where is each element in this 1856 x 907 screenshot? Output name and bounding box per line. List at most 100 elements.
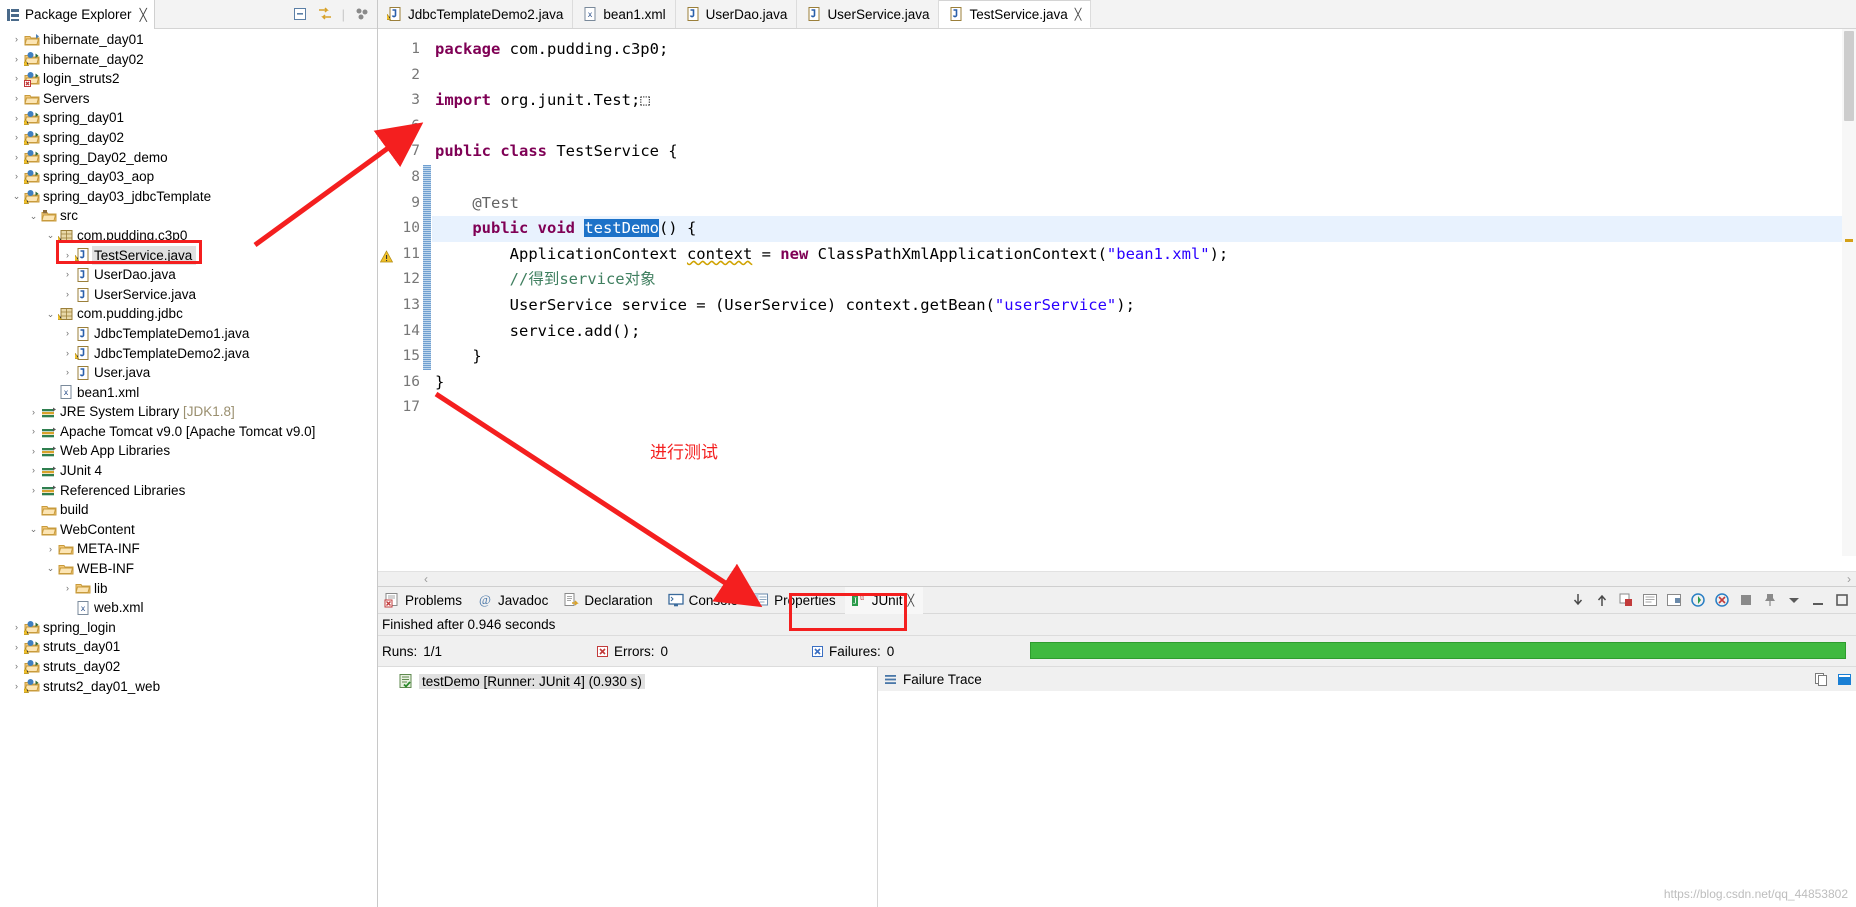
junit-test-row[interactable]: testDemo [Runner: JUnit 4] (0.930 s): [378, 671, 877, 691]
code-line[interactable]: [432, 114, 1856, 140]
tree-item-struts-day02[interactable]: › struts_day02: [0, 657, 377, 677]
tree-item-apache-tomcat-v9-0-apache-tomcat-v9-0[interactable]: › Apache Tomcat v9.0 [Apache Tomcat v9.0]: [0, 422, 377, 442]
editor-tab-userdao-java[interactable]: UserDao.java: [675, 0, 798, 28]
view-menu-icon[interactable]: [1786, 592, 1802, 608]
tree-item-junit-4[interactable]: › JUnit 4: [0, 461, 377, 481]
editor-tab-testservice-java[interactable]: TestService.java ╳: [939, 0, 1092, 28]
tree-item-meta-inf[interactable]: › META-INF: [0, 539, 377, 559]
prev-failure-icon[interactable]: [1594, 592, 1610, 608]
link-with-editor-icon[interactable]: [317, 6, 333, 22]
tree-item-spring-day02[interactable]: › spring_day02: [0, 128, 377, 148]
show-failures-only-icon[interactable]: [1618, 592, 1634, 608]
chevron-down-icon[interactable]: ⌄: [27, 520, 40, 539]
code-line[interactable]: public class TestService {: [432, 139, 1856, 165]
chevron-right-icon[interactable]: ›: [61, 265, 74, 284]
tab-package-explorer[interactable]: Package Explorer ╳: [0, 0, 155, 29]
editor-horizontal-scrollbar[interactable]: ‹ ›: [378, 571, 1856, 586]
close-icon[interactable]: ╳: [907, 594, 914, 607]
rerun-failed-icon[interactable]: [1714, 592, 1730, 608]
tree-item-struts2-day01-web[interactable]: › struts2_day01_web: [0, 677, 377, 697]
chevron-right-icon[interactable]: ›: [10, 148, 23, 167]
bottom-tab-javadoc[interactable]: @ Javadoc: [471, 587, 557, 614]
pin-icon[interactable]: [1762, 592, 1778, 608]
chevron-right-icon[interactable]: ›: [10, 109, 23, 128]
tree-item-com-pudding-jdbc[interactable]: ⌄ com.pudding.jdbc: [0, 304, 377, 324]
chevron-right-icon[interactable]: ›: [10, 618, 23, 637]
java-editor[interactable]: 123⊕6789⊖1011121314151617 package com.pu…: [378, 29, 1856, 587]
editor-body[interactable]: 123⊕6789⊖1011121314151617 package com.pu…: [378, 29, 1856, 571]
chevron-right-icon[interactable]: ›: [61, 344, 74, 363]
tree-item-hibernate-day02[interactable]: › hibernate_day02: [0, 50, 377, 70]
tree-item-login-struts2[interactable]: › login_struts2: [0, 69, 377, 89]
chevron-down-icon[interactable]: ⌄: [44, 559, 57, 578]
tree-item-build[interactable]: › build: [0, 500, 377, 520]
tree-item-userservice-java[interactable]: › UserService.java: [0, 285, 377, 305]
tree-item-hibernate-day01[interactable]: › hibernate_day01: [0, 30, 377, 50]
tree-item-userdao-java[interactable]: › UserDao.java: [0, 265, 377, 285]
scroll-left-icon[interactable]: ‹: [378, 572, 428, 586]
code-line[interactable]: @Test: [432, 191, 1856, 217]
chevron-right-icon[interactable]: ›: [10, 677, 23, 696]
chevron-right-icon[interactable]: ›: [10, 128, 23, 147]
editor-tab-userservice-java[interactable]: UserService.java: [797, 0, 940, 28]
tree-item-webcontent[interactable]: ⌄ WebContent: [0, 520, 377, 540]
tree-item-testservice-java[interactable]: › TestService.java: [0, 245, 377, 266]
chevron-right-icon[interactable]: ›: [61, 599, 74, 618]
code-line[interactable]: //得到service对象: [432, 267, 1856, 293]
editor-code-area[interactable]: package com.pudding.c3p0; import org.jun…: [432, 29, 1856, 571]
tree-item-lib[interactable]: › lib: [0, 579, 377, 599]
bottom-tab-junit[interactable]: Ju JUnit ╳: [844, 586, 924, 614]
history-icon[interactable]: [1642, 592, 1658, 608]
tree-item-spring-day02-demo[interactable]: › spring_Day02_demo: [0, 148, 377, 168]
scroll-lock-icon[interactable]: [1666, 592, 1682, 608]
tree-item-user-java[interactable]: › User.java: [0, 363, 377, 383]
tree-item-struts-day01[interactable]: › struts_day01: [0, 637, 377, 657]
code-line[interactable]: import org.junit.Test;⬚: [432, 88, 1856, 114]
chevron-right-icon[interactable]: ›: [10, 89, 23, 108]
chevron-right-icon[interactable]: ›: [27, 501, 40, 520]
stop-icon[interactable]: [1738, 592, 1754, 608]
chevron-right-icon[interactable]: ›: [27, 481, 40, 500]
editor-tabbar[interactable]: JdbcTemplateDemo2.java x bean1.xml UserDao.…: [378, 0, 1856, 29]
close-icon[interactable]: ╳: [140, 8, 147, 22]
chevron-down-icon[interactable]: ⌄: [44, 305, 57, 324]
minimize-icon[interactable]: [1810, 592, 1826, 608]
chevron-right-icon[interactable]: ›: [61, 324, 74, 343]
bottom-panel-tabbar[interactable]: Problems @ Javadoc Declaration Console Proper…: [378, 586, 1856, 614]
tree-item-com-pudding-c3p0[interactable]: ⌄ com.pudding.c3p0: [0, 226, 377, 246]
chevron-right-icon[interactable]: ›: [27, 461, 40, 480]
tree-item-spring-day01[interactable]: › spring_day01: [0, 108, 377, 128]
tree-item-bean1-xml[interactable]: › x bean1.xml: [0, 383, 377, 403]
tree-item-jdbctemplatedemo1-java[interactable]: › JdbcTemplateDemo1.java: [0, 324, 377, 344]
chevron-right-icon[interactable]: ›: [44, 383, 57, 402]
bottom-tab-properties[interactable]: Properties: [747, 587, 845, 614]
tree-item-web-xml[interactable]: › x web.xml: [0, 598, 377, 618]
junit-test-tree[interactable]: testDemo [Runner: JUnit 4] (0.930 s): [378, 667, 878, 907]
close-icon[interactable]: ╳: [1075, 8, 1082, 21]
warning-marker[interactable]: [1845, 239, 1853, 242]
rerun-icon[interactable]: [1690, 592, 1706, 608]
code-line[interactable]: [432, 63, 1856, 89]
chevron-right-icon[interactable]: ›: [61, 579, 74, 598]
tree-item-jre-system-library[interactable]: › JRE System Library [JDK1.8]: [0, 402, 377, 422]
chevron-right-icon[interactable]: ›: [27, 403, 40, 422]
chevron-right-icon[interactable]: ›: [61, 363, 74, 382]
tree-item-spring-day03-aop[interactable]: › spring_day03_aop: [0, 167, 377, 187]
code-line[interactable]: package com.pudding.c3p0;: [432, 37, 1856, 63]
chevron-right-icon[interactable]: ›: [44, 540, 57, 559]
tree-item-spring-day03-jdbctemplate[interactable]: ⌄ spring_day03_jdbcTemplate: [0, 187, 377, 207]
tree-item-servers[interactable]: › Servers: [0, 89, 377, 109]
code-line[interactable]: }: [432, 344, 1856, 370]
scroll-right-icon[interactable]: ›: [1847, 572, 1851, 586]
chevron-right-icon[interactable]: ›: [27, 442, 40, 461]
bottom-tab-problems[interactable]: Problems: [378, 587, 471, 614]
chevron-right-icon[interactable]: ›: [10, 69, 23, 88]
filter-stack-trace-icon[interactable]: [1837, 672, 1852, 687]
editor-vertical-scrollbar[interactable]: [1842, 29, 1856, 556]
chevron-down-icon[interactable]: ⌄: [27, 207, 40, 226]
chevron-right-icon[interactable]: ›: [27, 422, 40, 441]
tree-item-src[interactable]: ⌄ src: [0, 206, 377, 226]
view-menu-icon[interactable]: [354, 6, 370, 22]
tree-item-web-app-libraries[interactable]: › Web App Libraries: [0, 441, 377, 461]
tree-item-spring-login[interactable]: › spring_login: [0, 618, 377, 638]
